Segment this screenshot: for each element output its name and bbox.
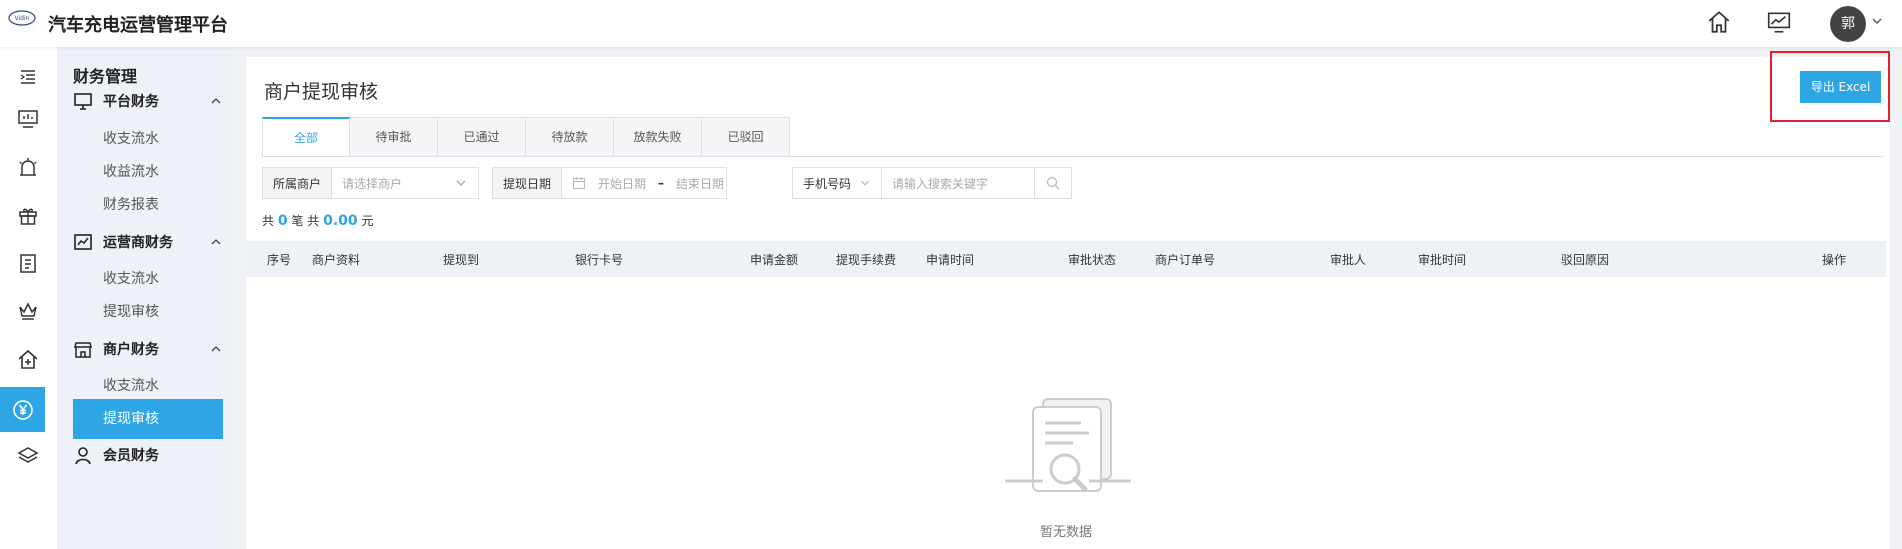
tab-payout-failed[interactable]: 放款失败 <box>614 117 702 157</box>
clipboard-icon[interactable] <box>17 252 39 274</box>
user-icon <box>75 447 91 465</box>
col-fee: 提现手续费 <box>836 253 897 267</box>
app-title: 汽车充电运营管理平台 <box>48 15 228 36</box>
rail-dashboard[interactable] <box>10 101 46 137</box>
summary-amount: 0.00 <box>323 213 358 229</box>
icon-rail <box>0 47 58 549</box>
search-field-select[interactable]: 手机号码 <box>793 168 883 198</box>
tab-pending-payout[interactable]: 待放款 <box>526 117 614 157</box>
chevron-down-icon[interactable] <box>859 177 871 189</box>
house-plus-icon[interactable] <box>17 348 39 370</box>
group-label: 平台财务 <box>103 94 159 110</box>
group-merchant-finance[interactable]: 商户财务 <box>73 337 223 361</box>
rail-crown[interactable] <box>10 293 46 329</box>
store-icon <box>74 342 92 358</box>
group-operator-finance[interactable]: 运营商财务 <box>73 230 223 254</box>
monitor-icon <box>74 93 92 110</box>
layers-icon[interactable] <box>17 444 39 466</box>
col-reject-reason: 驳回原因 <box>1561 253 1610 267</box>
group-label: 运营商财务 <box>103 235 173 251</box>
date-filter-label: 提现日期 <box>493 168 563 198</box>
rail-clipboard[interactable] <box>10 245 46 281</box>
subnav-item-platform-reports[interactable]: 财务报表 <box>73 185 223 225</box>
menu-collapse-icon[interactable] <box>17 66 39 88</box>
col-amount: 申请金额 <box>750 253 799 267</box>
content-card: 商户提现审核 导出 Excel 全部 待审批 已通过 待放款 放款失败 已驳回 … <box>246 51 1890 549</box>
tab-pending-approval[interactable]: 待审批 <box>350 117 438 157</box>
tab-all[interactable]: 全部 <box>262 117 350 157</box>
col-withdraw-to: 提现到 <box>443 253 480 267</box>
group-label: 商户财务 <box>103 342 159 358</box>
chevron-down-icon[interactable] <box>454 176 468 190</box>
group-member-finance[interactable]: 会员财务 <box>73 443 223 467</box>
col-bank-card: 银行卡号 <box>575 253 624 267</box>
chevron-down-icon[interactable] <box>1870 14 1884 28</box>
col-merchant-info: 商户资料 <box>312 253 361 267</box>
finance-subnav: 财务管理 平台财务 收支流水 收益流水 财务报表 运营商财务 收支流水 提现审核… <box>57 47 232 549</box>
tab-approved[interactable]: 已通过 <box>438 117 526 157</box>
empty-text: 暂无数据 <box>1040 525 1093 540</box>
subnav-item-merchant-withdraw-review[interactable]: 提现审核 <box>73 399 223 439</box>
keyword-input[interactable]: 请输入搜索关键字 <box>882 175 1034 192</box>
date-separator: – <box>658 176 665 190</box>
group-platform-finance[interactable]: 平台财务 <box>73 89 223 113</box>
yuan-icon[interactable] <box>11 398 35 422</box>
table-header: 序号 商户资料 提现到 银行卡号 申请金额 提现手续费 申请时间 审批状态 商户… <box>246 241 1886 277</box>
col-apply-time: 申请时间 <box>926 253 975 267</box>
status-tabs: 全部 待审批 已通过 待放款 放款失败 已驳回 <box>262 117 790 157</box>
col-approval-time: 审批时间 <box>1418 253 1467 267</box>
merchant-placeholder: 请选择商户 <box>342 176 403 191</box>
rail-house[interactable] <box>10 341 46 377</box>
calendar-icon <box>572 177 586 190</box>
merchant-filter: 所属商户 请选择商户 <box>262 167 479 199</box>
trend-chart-icon <box>74 234 92 250</box>
col-order-no: 商户订单号 <box>1155 253 1216 267</box>
col-index: 序号 <box>267 253 292 267</box>
search-button[interactable] <box>1034 168 1071 198</box>
tab-divider <box>262 156 1884 157</box>
subnav-title: 财务管理 <box>73 67 138 86</box>
col-approval-status: 审批状态 <box>1068 253 1117 267</box>
group-label: 会员财务 <box>103 448 159 464</box>
rail-layers[interactable] <box>10 437 46 473</box>
end-date-input[interactable]: 结束日期 <box>676 175 726 192</box>
alarm-light-icon[interactable] <box>17 156 39 178</box>
tab-rejected[interactable]: 已驳回 <box>702 117 790 157</box>
start-date-input[interactable]: 开始日期 <box>586 175 646 192</box>
summary-suffix: 元 <box>361 214 374 228</box>
col-actions: 操作 <box>1822 253 1847 267</box>
rail-gift[interactable] <box>10 197 46 233</box>
search-field-label: 手机号码 <box>803 176 852 191</box>
keyword-search: 手机号码 请输入搜索关键字 <box>792 167 1072 199</box>
brand-logo: Vidin <box>8 10 36 26</box>
home-icon[interactable] <box>1706 9 1732 35</box>
chevron-up-icon[interactable] <box>209 235 223 249</box>
chevron-up-icon[interactable] <box>209 342 223 356</box>
page-title: 商户提现审核 <box>264 81 379 103</box>
avatar[interactable]: 郭 <box>1830 6 1866 42</box>
col-approver: 审批人 <box>1330 253 1367 267</box>
summary-mid: 笔 共 <box>291 214 320 228</box>
menu-toggle[interactable] <box>10 59 46 95</box>
summary-prefix: 共 <box>262 214 275 228</box>
export-excel-button[interactable]: 导出 Excel <box>1800 71 1881 103</box>
svg-text:Vidin: Vidin <box>15 15 30 22</box>
crown-icon[interactable] <box>17 300 39 322</box>
date-filter: 提现日期 开始日期 – 结束日期 <box>492 167 727 199</box>
rail-finance[interactable] <box>0 387 45 432</box>
top-bar: Vidin 汽车充电运营管理平台 郭 <box>0 0 1902 47</box>
summary-count: 0 <box>277 213 288 229</box>
screen-chart-icon[interactable] <box>17 108 39 130</box>
summary-line: 共 0 笔 共 0.00 元 <box>262 212 373 229</box>
merchant-filter-label: 所属商户 <box>263 168 333 198</box>
search-icon[interactable] <box>1046 176 1060 190</box>
merchant-select[interactable]: 请选择商户 <box>332 175 454 192</box>
monitor-chart-icon[interactable] <box>1766 9 1792 35</box>
gift-icon[interactable] <box>17 204 39 226</box>
subnav-item-operator-withdraw-review[interactable]: 提现审核 <box>73 292 223 332</box>
rail-alarm[interactable] <box>10 149 46 185</box>
empty-data-icon <box>1005 398 1131 492</box>
chevron-up-icon[interactable] <box>209 94 223 108</box>
